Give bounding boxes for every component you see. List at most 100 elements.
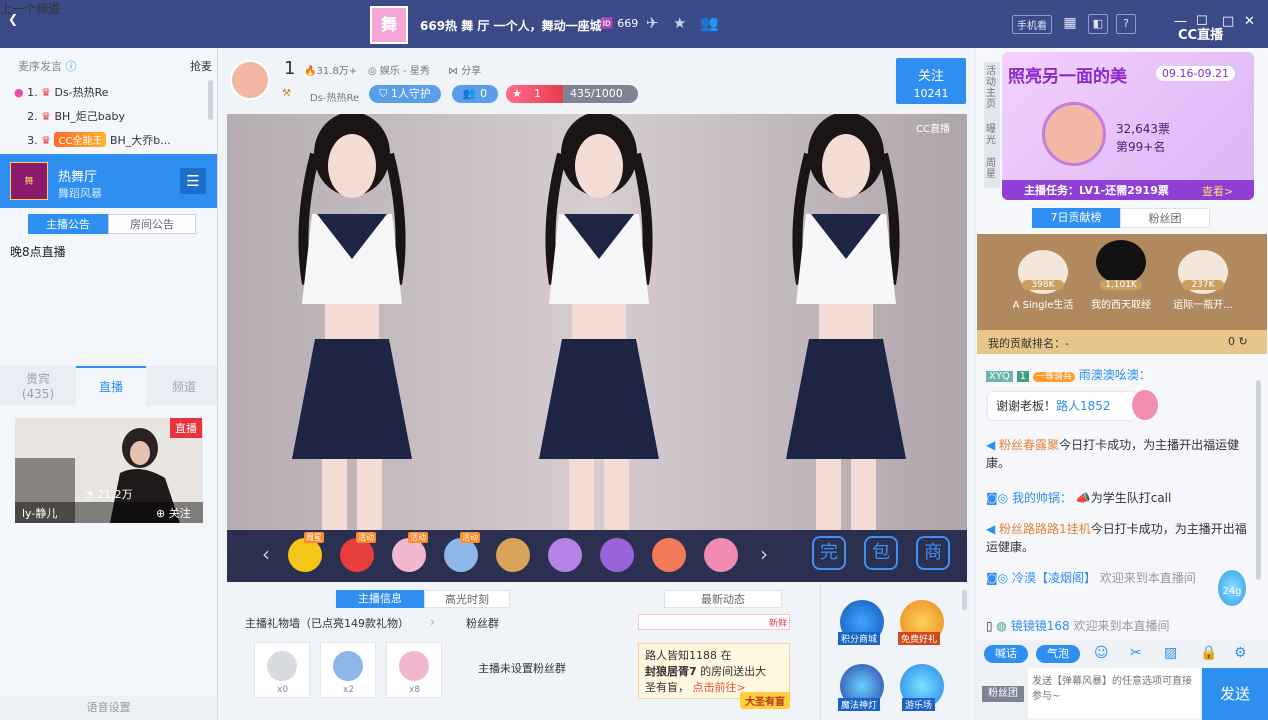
news-button[interactable]: 大圣有盲 — [740, 692, 790, 709]
gift-tag: 活动 — [460, 532, 480, 543]
park-label[interactable]: 游乐场 — [902, 698, 936, 711]
complete-icon[interactable]: 完 — [812, 536, 846, 570]
gift-item-icon[interactable] — [340, 538, 374, 572]
chat-input[interactable] — [1028, 668, 1200, 718]
emoji-icon[interactable]: ☺ — [1094, 645, 1109, 661]
top-contributor-avatar[interactable] — [1096, 240, 1146, 284]
settings-icon[interactable]: ⚙ — [1234, 645, 1247, 661]
shop-icon[interactable]: 商 — [916, 536, 950, 570]
tab-anchor-info[interactable]: 主播信息 — [336, 590, 424, 608]
minimize-icon[interactable]: — — [1174, 14, 1187, 29]
follow-button[interactable]: 关注 10241 — [896, 58, 966, 104]
gift-item-icon[interactable] — [444, 538, 478, 572]
gift-icon — [399, 651, 429, 681]
tab-highlight[interactable]: 高光时刻 — [424, 590, 510, 608]
tab-news[interactable]: 最新动态 — [664, 590, 782, 608]
gift-prev-arrow-icon[interactable]: ‹ — [262, 542, 270, 566]
anchor-name: Ds-热热Re — [310, 93, 360, 104]
scrollbar[interactable] — [1256, 380, 1261, 580]
tab-guests[interactable]: 贵宾 (435) — [8, 370, 68, 401]
rank-item[interactable]: ● 1. ♛ Ds-热热Re — [14, 84, 109, 100]
lock-icon[interactable]: 🔒 — [1200, 645, 1217, 661]
gift-slot[interactable]: x2 — [320, 642, 376, 698]
menu-icon[interactable]: ☰ — [180, 168, 206, 194]
anchor-avatar[interactable] — [230, 60, 270, 100]
fan-group-button[interactable]: 粉丝团 — [982, 686, 1024, 702]
chevron-right-icon[interactable]: › — [430, 615, 435, 629]
room-id-value: 669 — [617, 17, 639, 30]
level-num: 1 — [534, 87, 541, 100]
news-link[interactable]: 点击前往> — [693, 681, 746, 694]
room-logo: 舞 — [370, 6, 408, 44]
channel-thumbnail: 舞 — [10, 162, 48, 200]
close-icon[interactable]: ✕ — [1244, 14, 1255, 29]
live-badge: 直播 — [170, 418, 202, 438]
phone-icon: ▯ — [986, 619, 997, 633]
tab-week-contrib[interactable]: 7日贡献榜 — [1032, 208, 1120, 228]
countdown-drop[interactable]: 24g — [1218, 570, 1246, 606]
voice-settings-button[interactable]: 语音设置 — [0, 696, 217, 720]
guard-pill[interactable]: ⛉ 1人守护 — [369, 85, 441, 103]
gift-item-icon[interactable] — [704, 538, 738, 572]
news-ticker: 新鲜 — [638, 614, 790, 630]
rank-item[interactable]: ● 2. ♛ BH_炬己baby — [14, 108, 125, 124]
grab-mic-button[interactable]: 抢麦 — [190, 58, 212, 74]
side-tab-weekstar[interactable]: 周星 — [986, 158, 998, 180]
chat-message: ◙◎ 我的帅锅： 📣为学生队打call — [986, 491, 1172, 505]
news-card[interactable]: 路人皆知1188 在封狼居胥7 的房间送出大 圣有盲， 点击前往> — [638, 643, 790, 699]
users-icon[interactable]: 👥 — [700, 14, 719, 32]
tab-channel[interactable]: 频道 — [154, 378, 214, 395]
gift-item-icon[interactable] — [652, 538, 686, 572]
points-mall-label[interactable]: 积分商城 — [838, 632, 881, 645]
tab-live[interactable]: 直播 — [81, 378, 141, 395]
shout-button[interactable]: 喊话 — [984, 645, 1028, 663]
bag-icon[interactable]: 包 — [864, 536, 898, 570]
fans-pill[interactable]: 👥 0 — [452, 85, 498, 103]
phone-watch-button[interactable]: 手机看 — [1012, 15, 1052, 34]
scrollbar[interactable] — [962, 590, 967, 610]
scrollbar[interactable] — [208, 80, 213, 120]
gift-item-icon[interactable] — [392, 538, 426, 572]
scissors-icon[interactable]: ✂ — [1130, 645, 1142, 661]
gift-item-icon[interactable] — [600, 538, 634, 572]
help-button[interactable]: ? — [1116, 14, 1136, 34]
send-button[interactable]: 发送 — [1202, 668, 1268, 720]
tab-anchor-notice[interactable]: 主播公告 — [28, 214, 108, 234]
gift-next-arrow-icon[interactable]: › — [760, 542, 768, 566]
chat-message: ◀ 粉丝路路路1挂机今日打卡成功，为主播开出福运健康。 — [986, 522, 1247, 554]
image-icon[interactable]: ▨ — [1164, 645, 1177, 661]
tab-room-notice[interactable]: 房间公告 — [108, 214, 196, 234]
fan-group-empty: 主播未设置粉丝群 — [478, 662, 566, 675]
top-contributor-score: 398K — [1022, 280, 1064, 290]
category[interactable]: ◎ 娱乐 - 星秀 — [368, 62, 430, 77]
bookmark-icon[interactable]: ◧ — [1088, 14, 1108, 34]
side-tab-event[interactable]: 活动主页 — [986, 66, 998, 110]
gift-item-icon[interactable] — [548, 538, 582, 572]
maximize-icon[interactable]: □ — [1222, 14, 1234, 29]
horn-icon: 📣 — [1075, 491, 1091, 505]
prev-channel-button[interactable]: 上一个频道 — [0, 0, 60, 17]
event-view-link[interactable]: 查看> — [1202, 183, 1233, 199]
rec-follow-button[interactable]: ⊕ 关注 — [156, 505, 191, 521]
gift-slot[interactable]: x0 — [254, 642, 310, 698]
fire-icon: 🔥 — [304, 66, 317, 77]
video-player[interactable] — [227, 114, 967, 530]
plane-icon[interactable]: ✈ — [646, 14, 659, 32]
gift-item-icon[interactable] — [288, 538, 322, 572]
side-tab-exposure[interactable]: 曝光 — [986, 124, 998, 146]
rank-item[interactable]: ● 3. ♛ CC全能王 BH_大乔b... — [14, 132, 171, 148]
share-button[interactable]: ⋈ 分享 — [448, 62, 481, 77]
star-icon[interactable]: ★ — [673, 14, 686, 32]
gift-item-icon[interactable] — [496, 538, 530, 572]
gift-slot[interactable]: x8 — [386, 642, 442, 698]
restore-icon[interactable]: ☐ — [1196, 14, 1208, 29]
magic-lamp-label[interactable]: 魔法神灯 — [838, 698, 881, 711]
rec-views: ◔ 21.2万 — [84, 488, 133, 501]
grid-icon[interactable]: ▦ — [1060, 14, 1080, 34]
shield-icon: ⛉ — [379, 87, 391, 100]
gift-wall-title[interactable]: 主播礼物墙（已点亮149款礼物） — [245, 615, 409, 631]
refresh-icon[interactable]: ↻ — [1239, 335, 1248, 348]
tab-fan-club[interactable]: 粉丝团 — [1120, 208, 1210, 228]
bubble-button[interactable]: 气泡 — [1036, 645, 1080, 663]
free-gift-label[interactable]: 免费好礼 — [898, 632, 941, 645]
